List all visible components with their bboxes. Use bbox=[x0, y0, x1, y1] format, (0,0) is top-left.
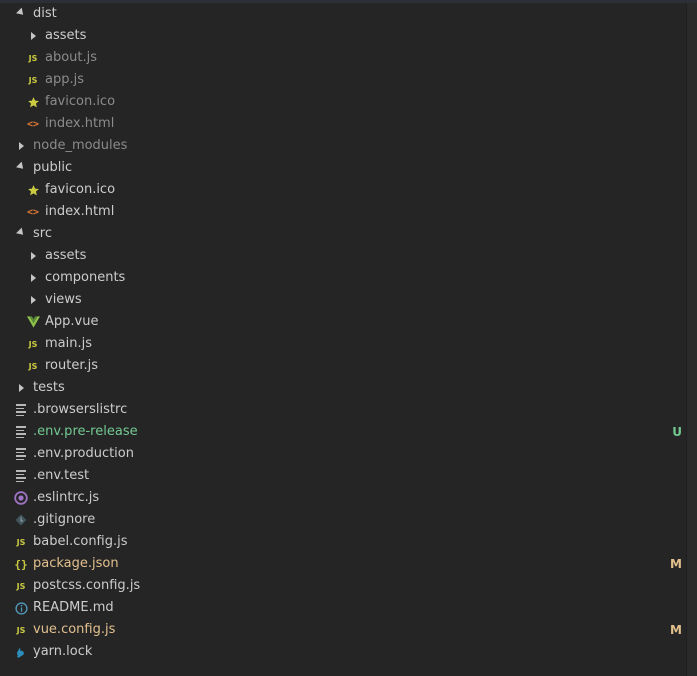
chevron-right-icon bbox=[26, 249, 40, 263]
tree-item-label: favicon.ico bbox=[45, 182, 116, 197]
text-file-icon bbox=[14, 425, 28, 439]
tree-item-label: favicon.ico bbox=[45, 94, 116, 109]
tree-file-item[interactable]: .env.test bbox=[0, 465, 686, 487]
tree-item-label: tests bbox=[33, 380, 65, 395]
eslint-icon bbox=[14, 491, 28, 505]
tree-item-label: index.html bbox=[45, 204, 115, 219]
javascript-file-icon: JS bbox=[28, 75, 38, 85]
tree-folder-item[interactable]: assets bbox=[0, 245, 686, 267]
tree-folder-item[interactable]: node_modules bbox=[0, 135, 686, 157]
text-file-icon bbox=[14, 469, 28, 483]
tree-file-item[interactable]: JS vue.config.js M bbox=[0, 619, 686, 641]
text-file-icon bbox=[14, 447, 28, 461]
chevron-right-icon bbox=[14, 381, 28, 395]
chevron-right-icon bbox=[26, 293, 40, 307]
tree-item-label: .gitignore bbox=[33, 512, 96, 527]
file-tree: dist assets JS about.js JS app.js favicon.ico <… bbox=[0, 3, 686, 663]
javascript-file-icon: JS bbox=[16, 537, 26, 547]
tree-item-label: index.html bbox=[45, 116, 115, 131]
star-icon bbox=[26, 95, 40, 109]
tree-file-item[interactable]: <> index.html bbox=[0, 113, 686, 135]
tree-file-item[interactable]: JS postcss.config.js bbox=[0, 575, 686, 597]
tree-file-item[interactable]: JS about.js bbox=[0, 47, 686, 69]
tree-file-item[interactable]: .gitignore bbox=[0, 509, 686, 531]
javascript-file-icon: JS bbox=[28, 361, 38, 371]
json-file-icon: {} bbox=[14, 557, 28, 571]
star-icon bbox=[26, 183, 40, 197]
chevron-down-icon bbox=[14, 161, 28, 175]
html-file-icon: <> bbox=[26, 206, 40, 218]
tree-item-label: .env.test bbox=[33, 468, 90, 483]
tree-item-label: babel.config.js bbox=[33, 534, 128, 549]
tree-file-item[interactable]: App.vue bbox=[0, 311, 686, 333]
git-status-badge: M bbox=[670, 557, 682, 571]
tree-folder-item[interactable]: public bbox=[0, 157, 686, 179]
tree-file-item[interactable]: JS main.js bbox=[0, 333, 686, 355]
tree-folder-item[interactable]: components bbox=[0, 267, 686, 289]
chevron-right-icon bbox=[14, 139, 28, 153]
tree-file-item[interactable]: yarn.lock bbox=[0, 641, 686, 663]
tree-file-item[interactable]: .eslintrc.js bbox=[0, 487, 686, 509]
tree-item-label: views bbox=[45, 292, 82, 307]
tree-item-label: router.js bbox=[45, 358, 99, 373]
vue-file-icon bbox=[26, 315, 40, 329]
text-file-icon bbox=[14, 403, 28, 417]
tree-item-label: .browserslistrc bbox=[33, 402, 128, 417]
tree-item-label: about.js bbox=[45, 50, 98, 65]
tree-item-label: .env.production bbox=[33, 446, 134, 461]
tree-item-label: public bbox=[33, 160, 73, 175]
tree-item-label: package.json bbox=[33, 556, 119, 571]
tree-item-label: App.vue bbox=[45, 314, 99, 329]
git-status-badge: M bbox=[670, 623, 682, 637]
tree-item-label: vue.config.js bbox=[33, 622, 116, 637]
chevron-right-icon bbox=[26, 29, 40, 43]
file-explorer-panel: dist assets JS about.js JS app.js favicon.ico <… bbox=[0, 3, 686, 676]
chevron-down-icon bbox=[14, 227, 28, 241]
tree-item-label: main.js bbox=[45, 336, 92, 351]
tree-file-item[interactable]: {} package.json M bbox=[0, 553, 686, 575]
tree-item-label: README.md bbox=[33, 600, 114, 615]
chevron-right-icon bbox=[26, 271, 40, 285]
tree-file-item[interactable]: favicon.ico bbox=[0, 179, 686, 201]
yarn-icon bbox=[14, 645, 28, 659]
tree-file-item[interactable]: favicon.ico bbox=[0, 91, 686, 113]
tree-folder-item[interactable]: dist bbox=[0, 3, 686, 25]
tree-item-label: dist bbox=[33, 6, 57, 21]
tree-item-label: .eslintrc.js bbox=[33, 490, 100, 505]
javascript-file-icon: JS bbox=[16, 625, 26, 635]
tree-file-item[interactable]: <> index.html bbox=[0, 201, 686, 223]
tree-file-item[interactable]: JS router.js bbox=[0, 355, 686, 377]
info-icon bbox=[14, 601, 28, 615]
tree-file-item[interactable]: JS babel.config.js bbox=[0, 531, 686, 553]
tree-file-item[interactable]: .browserslistrc bbox=[0, 399, 686, 421]
tree-item-label: postcss.config.js bbox=[33, 578, 141, 593]
tree-file-item[interactable]: README.md bbox=[0, 597, 686, 619]
tree-item-label: assets bbox=[45, 28, 87, 43]
tree-folder-item[interactable]: views bbox=[0, 289, 686, 311]
tree-folder-item[interactable]: tests bbox=[0, 377, 686, 399]
tree-item-label: node_modules bbox=[33, 138, 128, 153]
scrollbar[interactable] bbox=[686, 3, 697, 676]
javascript-file-icon: JS bbox=[16, 581, 26, 591]
html-file-icon: <> bbox=[26, 118, 40, 130]
javascript-file-icon: JS bbox=[28, 339, 38, 349]
tree-item-label: .env.pre-release bbox=[33, 424, 138, 439]
tree-item-label: assets bbox=[45, 248, 87, 263]
tree-folder-item[interactable]: assets bbox=[0, 25, 686, 47]
tree-folder-item[interactable]: src bbox=[0, 223, 686, 245]
javascript-file-icon: JS bbox=[28, 53, 38, 63]
tree-item-label: src bbox=[33, 226, 52, 241]
tree-item-label: components bbox=[45, 270, 126, 285]
tree-item-label: yarn.lock bbox=[33, 644, 93, 659]
tree-file-item[interactable]: .env.production bbox=[0, 443, 686, 465]
tree-item-label: app.js bbox=[45, 72, 84, 87]
tree-file-item[interactable]: JS app.js bbox=[0, 69, 686, 91]
tree-file-item[interactable]: .env.pre-release U bbox=[0, 421, 686, 443]
chevron-down-icon bbox=[14, 7, 28, 21]
git-status-badge: U bbox=[672, 425, 682, 439]
git-icon bbox=[14, 513, 28, 527]
